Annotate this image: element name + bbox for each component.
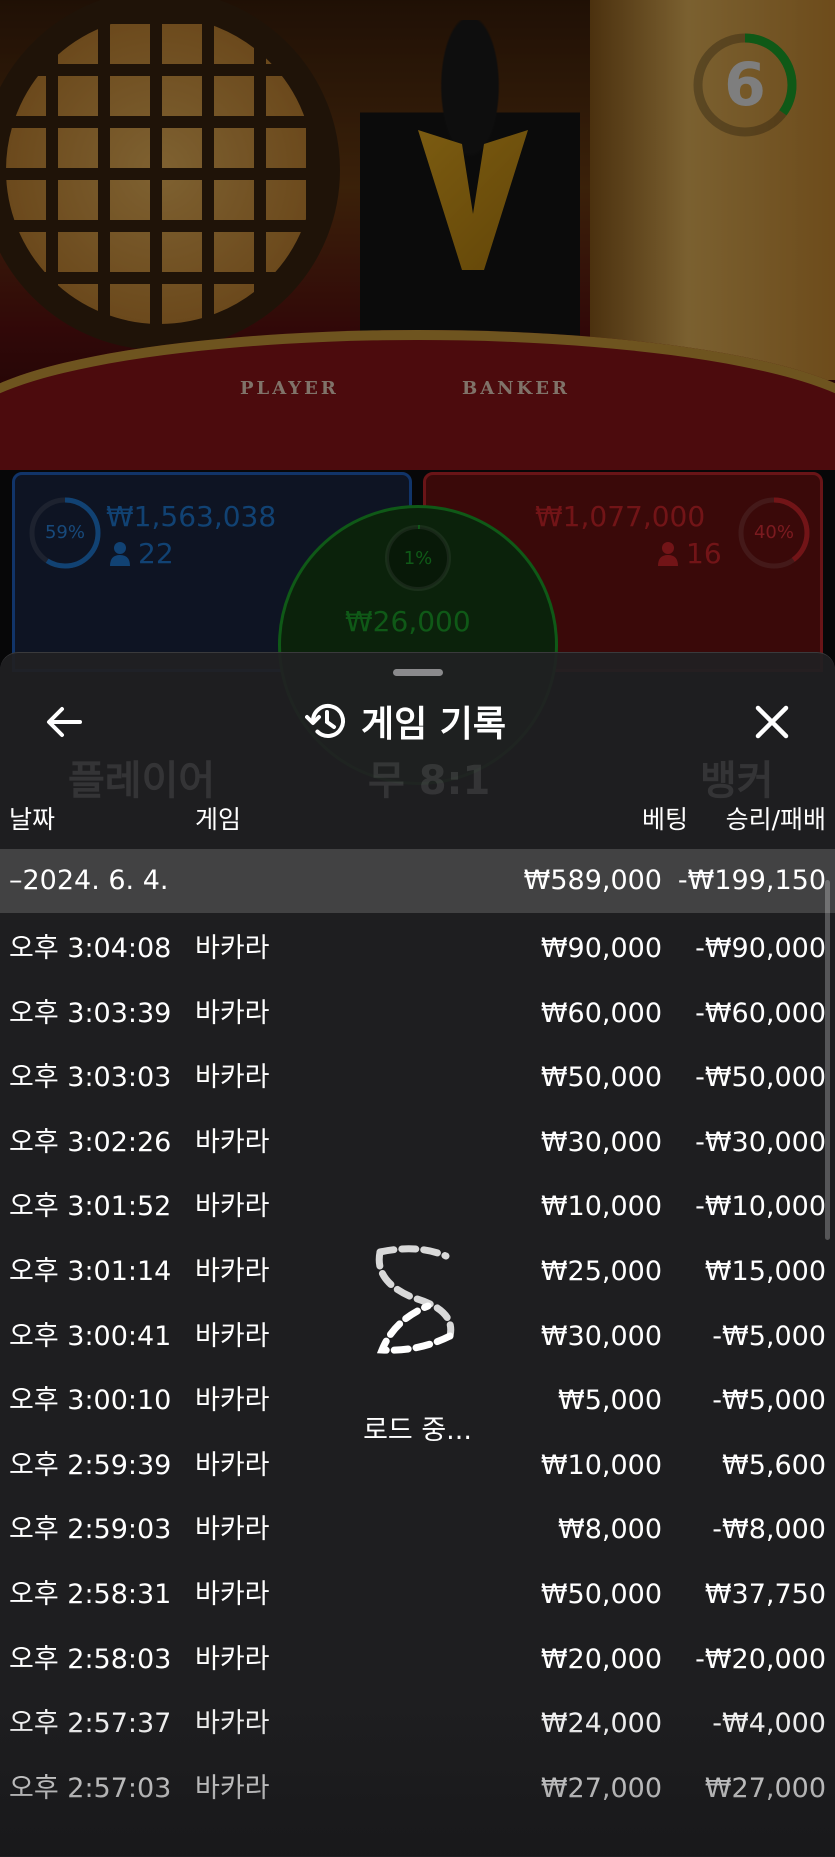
sheet-drag-handle[interactable] (393, 669, 443, 676)
row-bet: ₩20,000 (540, 1643, 662, 1675)
row-result: -₩10,000 (695, 1191, 826, 1223)
row-bet: ₩50,000 (540, 1062, 662, 1094)
column-header-date[interactable]: 날짜 (9, 800, 55, 836)
history-row[interactable]: 오후 3:04:08 바카라 ₩90,000 -₩90,000 (0, 917, 835, 981)
row-time: 오후 3:03:03 (9, 1062, 172, 1094)
row-time: 오후 3:01:14 (9, 1256, 172, 1287)
row-time: 오후 3:01:52 (9, 1191, 172, 1223)
row-bet: ₩50,000 (540, 1579, 662, 1610)
history-row[interactable]: 오후 2:58:31 바카라 ₩50,000 ₩37,750 (0, 1563, 835, 1627)
row-game: 바카라 (195, 1449, 270, 1481)
column-header-game[interactable]: 게임 (195, 800, 241, 836)
row-game: 바카라 (195, 1708, 270, 1740)
loading-spinner-icon (375, 1245, 455, 1354)
row-bet: ₩24,000 (540, 1708, 662, 1740)
history-row[interactable]: 오후 2:59:03 바카라 ₩8,000 -₩8,000 (0, 1498, 835, 1562)
history-row[interactable]: 오후 2:57:37 바카라 ₩24,000 -₩4,000 (0, 1692, 835, 1756)
history-icon (305, 704, 345, 738)
scrollbar[interactable] (825, 880, 830, 1240)
column-header-result[interactable]: 승리/패배 (726, 800, 826, 836)
summary-result: -₩199,150 (677, 865, 826, 896)
date-summary-row[interactable]: –2024. 6. 4. ₩589,000 -₩199,150 (0, 849, 835, 913)
row-result: -₩8,000 (712, 1514, 826, 1546)
row-time: 오후 3:00:41 (9, 1320, 172, 1352)
row-bet: ₩10,000 (540, 1191, 662, 1223)
row-result: ₩27,000 (704, 1772, 826, 1804)
history-row[interactable]: 오후 2:57:03 바카라 ₩27,000 ₩27,000 (0, 1757, 835, 1821)
row-game: 바카라 (195, 933, 270, 964)
history-row[interactable]: 오후 2:58:03 바카라 ₩20,000 -₩20,000 (0, 1628, 835, 1692)
row-bet: ₩5,000 (558, 1385, 662, 1417)
row-bet: ₩90,000 (540, 933, 662, 964)
summary-date: –2024. 6. 4. (9, 865, 169, 896)
row-result: ₩37,750 (704, 1579, 826, 1610)
row-bet: ₩60,000 (540, 997, 662, 1029)
row-game: 바카라 (195, 1579, 270, 1610)
row-game: 바카라 (195, 1643, 270, 1675)
row-game: 바카라 (195, 1126, 270, 1158)
row-bet: ₩10,000 (540, 1449, 662, 1481)
summary-bet: ₩589,000 (523, 865, 662, 896)
row-time: 오후 2:57:37 (9, 1708, 172, 1740)
row-game: 바카라 (195, 997, 270, 1029)
row-result: -₩20,000 (695, 1643, 826, 1675)
row-result: -₩60,000 (695, 997, 826, 1029)
row-result: -₩5,000 (712, 1320, 826, 1352)
row-game: 바카라 (195, 1256, 270, 1287)
history-row[interactable]: 오후 3:03:03 바카라 ₩50,000 -₩50,000 (0, 1046, 835, 1110)
bg-banker-label: 뱅커 (700, 758, 774, 804)
row-time: 오후 2:58:03 (9, 1643, 172, 1675)
row-result: -₩90,000 (695, 933, 826, 964)
loading-text: 로드 중... (363, 1415, 472, 1446)
history-row[interactable]: 오후 3:03:39 바카라 ₩60,000 -₩60,000 (0, 982, 835, 1046)
row-time: 오후 2:57:03 (9, 1772, 172, 1804)
row-result: -₩4,000 (712, 1708, 826, 1740)
row-time: 오후 3:02:26 (9, 1126, 172, 1158)
row-game: 바카라 (195, 1772, 270, 1804)
row-result: -₩5,000 (712, 1385, 826, 1417)
close-icon[interactable] (750, 700, 794, 744)
row-bet: ₩27,000 (540, 1772, 662, 1804)
bg-player-label: 플레이어 (68, 758, 216, 804)
row-game: 바카라 (195, 1062, 270, 1094)
row-time: 오후 3:03:39 (9, 997, 172, 1029)
row-game: 바카라 (195, 1191, 270, 1223)
history-row[interactable]: 오후 3:01:52 바카라 ₩10,000 -₩10,000 (0, 1175, 835, 1239)
page-title: 게임 기록 (361, 704, 507, 745)
row-result: -₩50,000 (695, 1062, 826, 1094)
history-row[interactable]: 오후 3:02:26 바카라 ₩30,000 -₩30,000 (0, 1111, 835, 1175)
row-bet: ₩30,000 (540, 1320, 662, 1352)
row-bet: ₩25,000 (540, 1256, 662, 1287)
row-game: 바카라 (195, 1320, 270, 1352)
row-game: 바카라 (195, 1514, 270, 1546)
row-time: 오후 3:04:08 (9, 933, 172, 964)
bg-tie-label: 무 8:1 (368, 758, 491, 804)
arrow-left-icon[interactable] (42, 700, 86, 744)
row-result: ₩15,000 (704, 1256, 826, 1287)
row-game: 바카라 (195, 1385, 270, 1417)
column-header-bet[interactable]: 베팅 (642, 800, 688, 836)
row-time: 오후 2:59:03 (9, 1514, 172, 1546)
row-bet: ₩30,000 (540, 1126, 662, 1158)
row-result: ₩5,600 (722, 1449, 826, 1481)
row-time: 오후 3:00:10 (9, 1385, 172, 1417)
sheet-header: 게임 기록 (305, 696, 506, 746)
row-bet: ₩8,000 (558, 1514, 662, 1546)
row-result: -₩30,000 (695, 1126, 826, 1158)
row-time: 오후 2:59:39 (9, 1449, 172, 1481)
row-time: 오후 2:58:31 (9, 1579, 172, 1610)
